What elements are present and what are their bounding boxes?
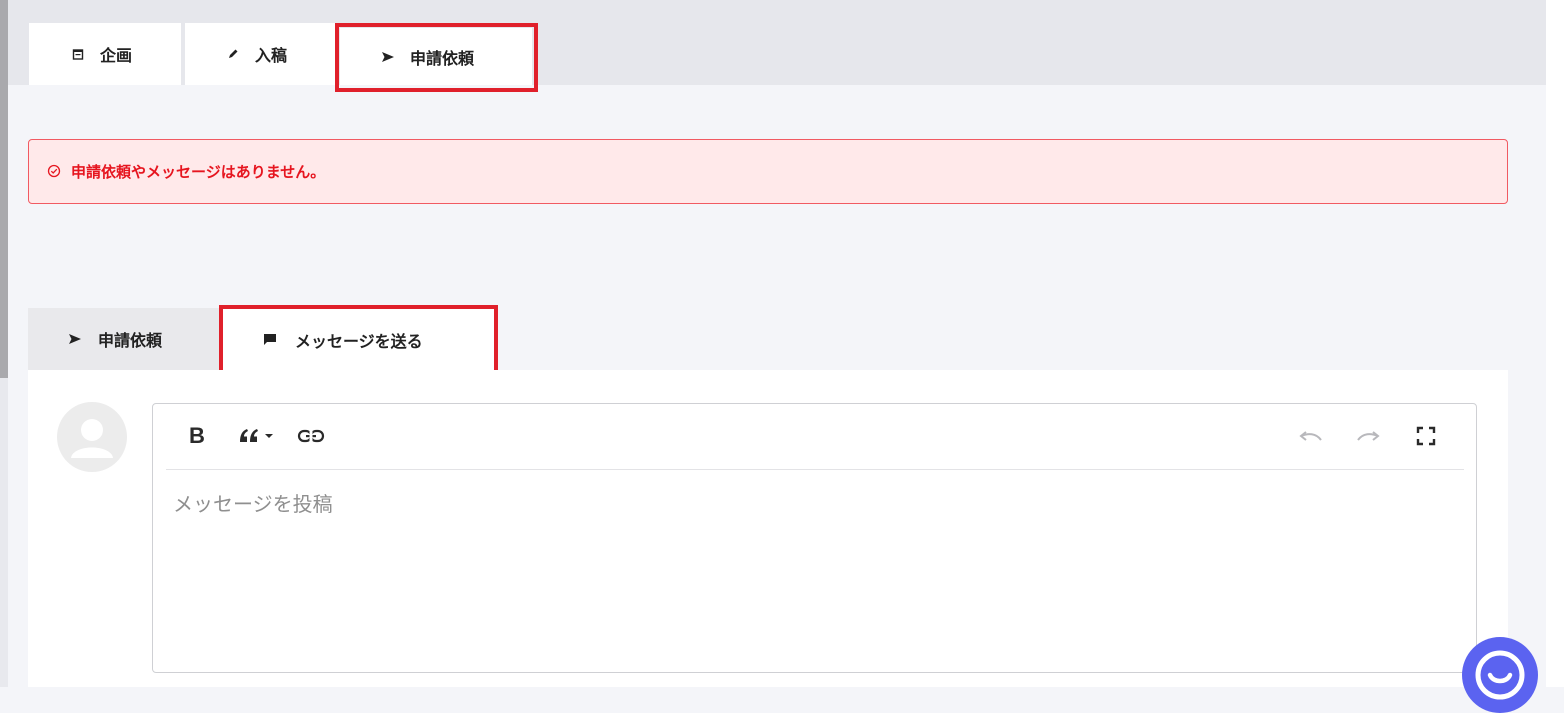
message-input[interactable] [161,474,1466,664]
quote-icon [240,429,273,442]
scrollbar-thumb[interactable] [0,0,8,378]
scrollbar-track[interactable] [0,0,8,687]
empty-state-alert: 申請依頼やメッセージはありません。 [28,139,1508,204]
chat-support-button[interactable] [1462,637,1538,713]
message-editor: B [152,403,1477,673]
redo-icon [1357,431,1380,441]
link-button[interactable] [295,422,327,450]
tab-send-message-label: メッセージを送る [295,331,423,351]
send-icon [68,333,84,345]
tab-request-label: 申請依頼 [410,48,475,68]
fullscreen-icon [1416,426,1436,446]
alert-message: 申請依頼やメッセージはありません。 [71,163,326,181]
tab-submission-label: 入稿 [255,46,288,65]
tab-submission[interactable]: 入稿 [185,23,335,85]
bold-button[interactable]: B [185,422,209,450]
redo-button[interactable] [1353,422,1383,450]
calendar-icon [70,46,86,62]
fullscreen-button[interactable] [1411,422,1441,450]
tab-request-list-label: 申請依頼 [98,331,163,350]
chat-icon [1475,650,1525,700]
tab-request[interactable]: 申請依頼 [340,28,532,85]
undo-icon [1299,431,1322,441]
comment-icon [263,333,277,346]
pencil-icon [225,46,241,62]
undo-button[interactable] [1296,422,1326,450]
tab-request-list[interactable]: 申請依頼 [28,308,220,370]
tab-plan-label: 企画 [100,46,133,65]
tab-plan[interactable]: 企画 [29,23,181,85]
tab-send-message[interactable]: メッセージを送る [223,309,494,370]
quote-button[interactable] [237,422,281,450]
send-icon [380,49,396,65]
bold-label: B [189,423,205,448]
user-icon [71,419,113,458]
avatar [57,402,127,472]
right-gutter [1546,0,1564,687]
link-icon [297,429,325,443]
toolbar-divider [166,469,1464,470]
check-circle-icon [47,164,63,180]
